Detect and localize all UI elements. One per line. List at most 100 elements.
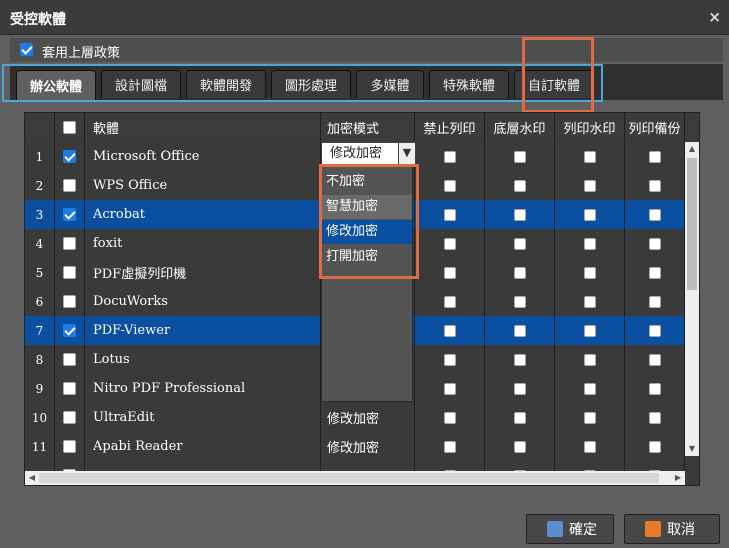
no-print-checkbox[interactable] xyxy=(443,440,456,453)
no-print-checkbox[interactable] xyxy=(443,208,456,221)
no-print-checkbox[interactable] xyxy=(443,150,456,163)
software-name: Microsoft Office xyxy=(85,142,321,171)
cancel-button[interactable]: 取消 xyxy=(624,514,720,544)
header-no-print[interactable]: 禁止列印 xyxy=(415,113,485,141)
bg-watermark-checkbox[interactable] xyxy=(513,382,526,395)
print-backup-checkbox[interactable] xyxy=(648,179,661,192)
tab-special[interactable]: 特殊軟體 xyxy=(429,70,509,98)
row-number: 7 xyxy=(25,316,55,345)
no-print-checkbox[interactable] xyxy=(443,237,456,250)
bg-watermark-checkbox[interactable] xyxy=(513,179,526,192)
tab-custom[interactable]: 自訂軟體 xyxy=(514,70,594,98)
row-enable-checkbox[interactable] xyxy=(63,237,76,250)
print-backup-checkbox[interactable] xyxy=(648,150,661,163)
vertical-scrollbar[interactable]: ▲ ▼ xyxy=(685,142,699,456)
scroll-down-icon[interactable]: ▼ xyxy=(685,442,699,456)
header-bg-watermark[interactable]: 底層水印 xyxy=(485,113,555,141)
print-backup-checkbox[interactable] xyxy=(648,324,661,337)
print-watermark-checkbox[interactable] xyxy=(583,440,596,453)
scroll-right-icon[interactable]: ▶ xyxy=(671,471,685,485)
header-mode[interactable]: 加密模式 xyxy=(321,113,415,141)
horizontal-scroll-thumb[interactable] xyxy=(39,473,659,483)
no-print-checkbox[interactable] xyxy=(443,179,456,192)
print-watermark-checkbox[interactable] xyxy=(583,150,596,163)
row-enable-checkbox[interactable] xyxy=(63,150,76,163)
bg-watermark-checkbox[interactable] xyxy=(513,353,526,366)
bg-watermark-checkbox[interactable] xyxy=(513,324,526,337)
dropdown-option-none[interactable]: 不加密 xyxy=(322,170,412,194)
tab-design[interactable]: 設計圖檔 xyxy=(101,70,181,98)
print-watermark-checkbox[interactable] xyxy=(583,324,596,337)
inherit-policy-checkbox[interactable] xyxy=(20,43,33,56)
print-watermark-checkbox[interactable] xyxy=(583,382,596,395)
ok-button[interactable]: 確定 xyxy=(526,514,614,544)
print-backup-checkbox[interactable] xyxy=(648,440,661,453)
no-print-checkbox[interactable] xyxy=(443,266,456,279)
print-watermark-checkbox[interactable] xyxy=(583,237,596,250)
bg-watermark-checkbox[interactable] xyxy=(513,411,526,424)
scroll-left-icon[interactable]: ◀ xyxy=(25,471,39,485)
title-bar: 受控軟體 × xyxy=(0,0,729,35)
tab-office[interactable]: 辦公軟體 xyxy=(16,70,96,100)
bg-watermark-checkbox[interactable] xyxy=(513,150,526,163)
header-print-backup[interactable]: 列印備份 xyxy=(625,113,685,141)
table-row[interactable]: 10 UltraEdit 修改加密 xyxy=(25,403,699,432)
no-print-checkbox[interactable] xyxy=(443,295,456,308)
tab-graphics[interactable]: 圖形處理 xyxy=(271,70,351,98)
print-backup-checkbox[interactable] xyxy=(648,208,661,221)
row-number: 10 xyxy=(25,403,55,432)
encryption-mode[interactable]: 修改加密 xyxy=(321,403,415,432)
row-enable-checkbox[interactable] xyxy=(63,179,76,192)
no-print-checkbox[interactable] xyxy=(443,324,456,337)
row-enable-checkbox[interactable] xyxy=(63,440,76,453)
print-watermark-checkbox[interactable] xyxy=(583,353,596,366)
table-row[interactable]: 11 Apabi Reader 修改加密 xyxy=(25,432,699,461)
horizontal-scrollbar[interactable]: ◀ ▶ xyxy=(25,471,685,485)
row-enable-checkbox[interactable] xyxy=(63,382,76,395)
dropdown-option-smart[interactable]: 智慧加密 xyxy=(322,195,412,219)
software-name: DocuWorks xyxy=(85,287,321,316)
dropdown-option-open[interactable]: 打開加密 xyxy=(322,245,412,269)
row-enable-checkbox[interactable] xyxy=(63,411,76,424)
print-watermark-checkbox[interactable] xyxy=(583,208,596,221)
software-name: Nitro PDF Professional xyxy=(85,374,321,403)
print-backup-checkbox[interactable] xyxy=(648,295,661,308)
bg-watermark-checkbox[interactable] xyxy=(513,266,526,279)
select-all-checkbox[interactable] xyxy=(63,120,76,134)
tab-development[interactable]: 軟體開發 xyxy=(186,70,266,98)
no-print-checkbox[interactable] xyxy=(443,353,456,366)
no-print-checkbox[interactable] xyxy=(443,382,456,395)
row-enable-checkbox[interactable] xyxy=(63,295,76,308)
print-watermark-checkbox[interactable] xyxy=(583,295,596,308)
print-backup-checkbox[interactable] xyxy=(648,411,661,424)
print-watermark-checkbox[interactable] xyxy=(583,266,596,279)
bg-watermark-checkbox[interactable] xyxy=(513,295,526,308)
no-print-checkbox[interactable] xyxy=(443,411,456,424)
row-number: 4 xyxy=(25,229,55,258)
cancel-icon xyxy=(645,521,661,537)
print-watermark-checkbox[interactable] xyxy=(583,179,596,192)
bg-watermark-checkbox[interactable] xyxy=(513,208,526,221)
row-enable-checkbox[interactable] xyxy=(63,208,76,221)
header-software[interactable]: 軟體 xyxy=(85,113,321,141)
print-backup-checkbox[interactable] xyxy=(648,237,661,250)
software-name: Apabi Reader xyxy=(85,432,321,461)
bg-watermark-checkbox[interactable] xyxy=(513,237,526,250)
print-backup-checkbox[interactable] xyxy=(648,382,661,395)
row-enable-checkbox[interactable] xyxy=(63,266,76,279)
close-icon[interactable]: × xyxy=(708,8,721,26)
scroll-up-icon[interactable]: ▲ xyxy=(685,142,699,156)
row-enable-checkbox[interactable] xyxy=(63,353,76,366)
header-print-watermark[interactable]: 列印水印 xyxy=(555,113,625,141)
dropdown-option-modify[interactable]: 修改加密 xyxy=(322,220,412,244)
ok-button-label: 確定 xyxy=(569,522,597,538)
bg-watermark-checkbox[interactable] xyxy=(513,440,526,453)
print-watermark-checkbox[interactable] xyxy=(583,411,596,424)
chevron-down-icon[interactable]: ▼ xyxy=(398,142,416,165)
vertical-scroll-thumb[interactable] xyxy=(687,158,697,290)
print-backup-checkbox[interactable] xyxy=(648,353,661,366)
row-enable-checkbox[interactable] xyxy=(63,324,76,337)
print-backup-checkbox[interactable] xyxy=(648,266,661,279)
tab-multimedia[interactable]: 多媒體 xyxy=(356,70,424,98)
encryption-mode[interactable]: 修改加密 xyxy=(321,432,415,461)
